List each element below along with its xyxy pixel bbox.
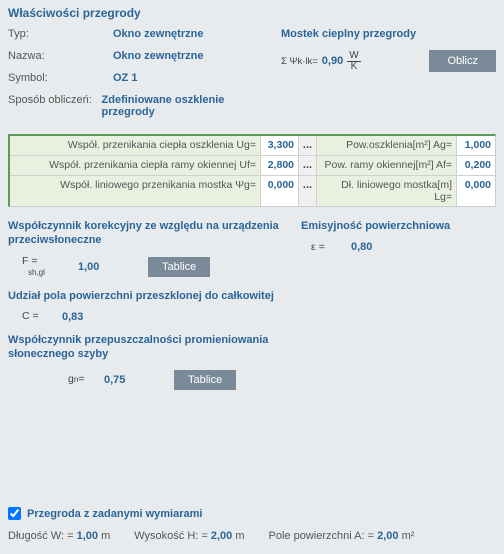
fsh-sym-top: F = xyxy=(22,255,37,267)
dim-width: Długość W: = 1,00 m xyxy=(8,530,110,542)
dim-area: Pole powierzchni A: = 2,00 m² xyxy=(269,530,415,542)
name-label: Nazwa: xyxy=(8,50,113,62)
solar-transmittance-title: Współczynnik przepuszczalności promienio… xyxy=(8,333,281,362)
gn-value[interactable]: 0,75 xyxy=(104,374,144,386)
eps-symbol: ε = xyxy=(311,242,341,254)
bridge-title: Mostek cieplny przegrody xyxy=(281,28,496,40)
ug-value[interactable]: 3,300 xyxy=(261,136,299,155)
dim-h-label: Wysokość H: = xyxy=(134,530,208,542)
table-row: Współ. przenikania ciepła ramy okiennej … xyxy=(10,156,495,176)
thermal-bridge-panel: Mostek cieplny przegrody Σ Ψk·lk= 0,90 W… xyxy=(281,28,496,128)
panel-title: Właściwości przegrody xyxy=(8,6,496,20)
uf-more-button[interactable]: ... xyxy=(299,156,317,175)
type-label: Typ: xyxy=(8,28,113,40)
dim-height: Wysokość H: = 2,00 m xyxy=(134,530,244,542)
uf-label: Współ. przenikania ciepła ramy okiennej … xyxy=(10,156,261,175)
bridge-unit: W K xyxy=(347,51,360,72)
correction-factor-title: Współczynnik korekcyjny ze względu na ur… xyxy=(8,219,281,248)
glazing-ratio-title: Udział pola powierzchni przeszklonej do … xyxy=(8,289,281,303)
gn-tables-button[interactable]: Tablice xyxy=(174,370,236,390)
dim-w-label: Długość W: = xyxy=(8,530,74,542)
dim-h-value[interactable]: 2,00 xyxy=(211,530,232,542)
dim-w-unit: m xyxy=(101,530,110,542)
gn-symbol: gn= xyxy=(68,374,94,386)
bridge-formula-symbol: Σ Ψk·lk= xyxy=(281,56,318,67)
fsh-symbol: F = sh,gl xyxy=(22,256,68,279)
dim-h-unit: m xyxy=(235,530,244,542)
ag-value[interactable]: 1,000 xyxy=(457,136,495,155)
c-symbol: C = xyxy=(22,311,52,323)
calc-method-label: Sposób obliczeń: xyxy=(8,94,102,106)
calc-method-value[interactable]: Zdefiniowane oszklenie przegrody xyxy=(102,94,261,118)
psig-more-button[interactable]: ... xyxy=(299,176,317,206)
c-value[interactable]: 0,83 xyxy=(62,311,102,323)
psig-value[interactable]: 0,000 xyxy=(261,176,299,206)
unit-bot: K xyxy=(351,62,358,72)
af-value[interactable]: 0,200 xyxy=(457,156,495,175)
ag-label: Pow.oszklenia[m²] Ag= xyxy=(317,136,457,155)
fixed-dimensions-label: Przegroda z zadanymi wymiarami xyxy=(27,508,202,520)
lg-label: Dł. liniowego mostka[m] Lg= xyxy=(317,176,457,206)
properties-column: Typ: Okno zewnętrzne Nazwa: Okno zewnętr… xyxy=(8,28,261,128)
dim-a-label: Pole powierzchni A: = xyxy=(269,530,374,542)
uf-value[interactable]: 2,800 xyxy=(261,156,299,175)
table-row: Współ. przenikania ciepła oszklenia Ug= … xyxy=(10,136,495,156)
lg-value[interactable]: 0,000 xyxy=(457,176,495,206)
dimensions-row: Długość W: = 1,00 m Wysokość H: = 2,00 m… xyxy=(8,530,496,542)
calculate-button[interactable]: Oblicz xyxy=(429,50,496,72)
af-label: Pow. ramy okiennej[m²] Af= xyxy=(317,156,457,175)
fsh-value[interactable]: 1,00 xyxy=(78,261,118,273)
dim-w-value[interactable]: 1,00 xyxy=(77,530,98,542)
fsh-sym-bot: sh,gl xyxy=(22,268,45,277)
coefficients-table: Współ. przenikania ciepła oszklenia Ug= … xyxy=(8,134,496,207)
type-value[interactable]: Okno zewnętrzne xyxy=(113,28,203,40)
unit-top: W xyxy=(347,51,360,62)
dim-a-unit: m² xyxy=(402,530,415,542)
ug-label: Współ. przenikania ciepła oszklenia Ug= xyxy=(10,136,261,155)
symbol-label: Symbol: xyxy=(8,72,113,84)
ug-more-button[interactable]: ... xyxy=(299,136,317,155)
fixed-dimensions-checkbox[interactable] xyxy=(8,507,21,520)
symbol-value[interactable]: OZ 1 xyxy=(113,72,137,84)
psig-label: Współ. liniowego przenikania mostka Ψg= xyxy=(10,176,261,206)
name-value[interactable]: Okno zewnętrzne xyxy=(113,50,203,62)
fsh-tables-button[interactable]: Tablice xyxy=(148,257,210,277)
eps-value[interactable]: 0,80 xyxy=(351,241,391,253)
bridge-value: 0,90 xyxy=(322,55,343,67)
dim-a-value[interactable]: 2,00 xyxy=(377,530,398,542)
emissivity-title: Emisyjność powierzchniowa xyxy=(301,219,496,233)
table-row: Współ. liniowego przenikania mostka Ψg= … xyxy=(10,176,495,206)
